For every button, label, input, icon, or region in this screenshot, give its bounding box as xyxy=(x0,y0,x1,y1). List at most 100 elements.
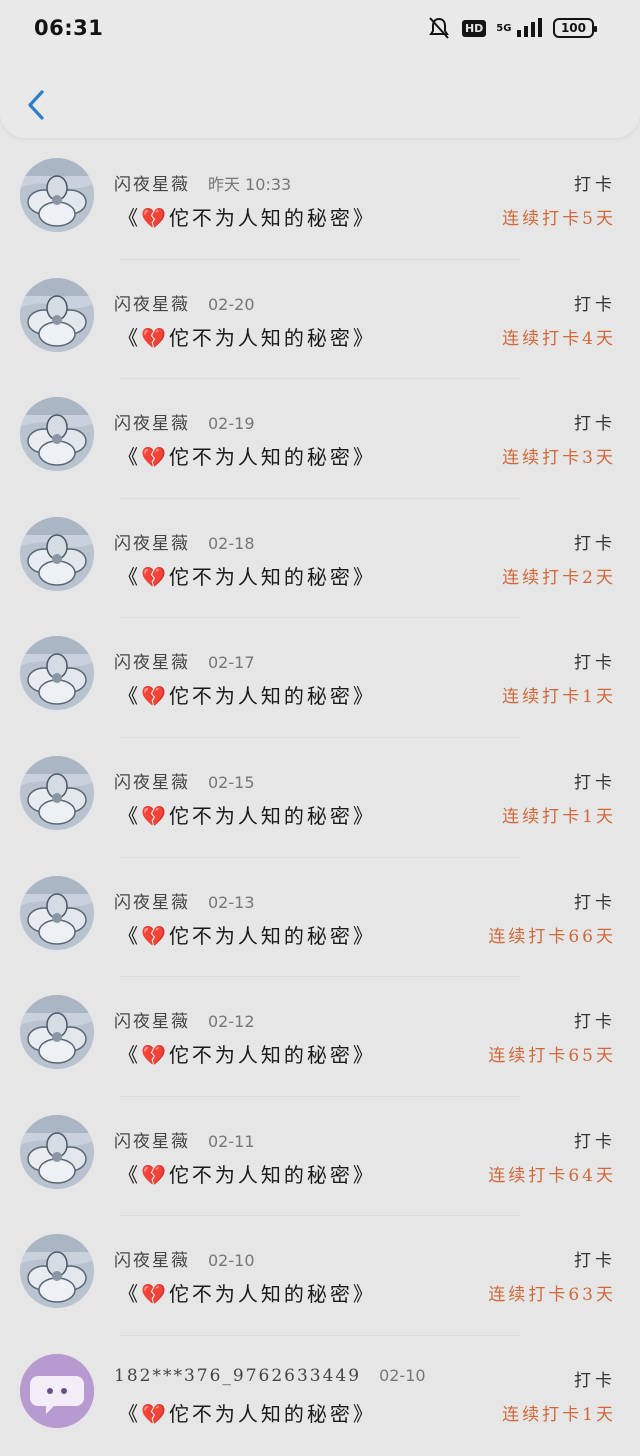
avatar[interactable] xyxy=(20,1114,94,1189)
status-icons: HD 5G 100 xyxy=(426,16,598,40)
chat-bubble-icon xyxy=(20,1353,94,1428)
message-text: 《💔佗不为人知的秘密》 xyxy=(118,684,376,709)
avatar[interactable] xyxy=(20,1353,94,1428)
avatar[interactable] xyxy=(20,397,94,472)
streak-label: 连续打卡64天 xyxy=(488,1165,616,1186)
list-item[interactable]: 闪夜星薇 02-17 《💔佗不为人知的秘密》 打卡 连续打卡1天 xyxy=(0,618,640,738)
list-item[interactable]: 闪夜星薇 02-11 《💔佗不为人知的秘密》 打卡 连续打卡64天 xyxy=(0,1097,640,1217)
status-time: 06:31 xyxy=(34,16,104,40)
checkin-tag: 打卡 xyxy=(574,414,616,435)
user-name-text: 闪夜星薇 xyxy=(114,414,190,435)
flower-image xyxy=(20,1114,94,1189)
message-text: 《💔佗不为人知的秘密》 xyxy=(118,1043,376,1068)
message-text: 《💔佗不为人知的秘密》 xyxy=(118,325,376,350)
flower-image xyxy=(20,636,94,711)
avatar[interactable] xyxy=(20,277,94,352)
flower-image xyxy=(20,995,94,1070)
user-name-text: 闪夜星薇 xyxy=(114,772,190,793)
message-text: 《💔佗不为人知的秘密》 xyxy=(118,923,376,948)
avatar[interactable] xyxy=(20,158,94,232)
checkin-tag: 打卡 xyxy=(574,1370,616,1391)
list-item[interactable]: 闪夜星薇 02-13 《💔佗不为人知的秘密》 打卡 连续打卡66天 xyxy=(0,858,640,978)
list-item[interactable]: 闪夜星薇 02-19 《💔佗不为人知的秘密》 打卡 连续打卡3天 xyxy=(0,379,640,499)
list-item[interactable]: 闪夜星薇 02-12 《💔佗不为人知的秘密》 打卡 连续打卡65天 xyxy=(0,977,640,1097)
flower-image xyxy=(20,516,94,591)
network-label: 5G xyxy=(496,23,512,34)
user-name-text: 182***376_9762633449 xyxy=(114,1365,362,1386)
user-name-text: 闪夜星薇 xyxy=(114,653,190,674)
streak-label: 连续打卡3天 xyxy=(502,448,616,469)
streak-label: 连续打卡1天 xyxy=(502,1404,616,1425)
user-name-text: 闪夜星薇 xyxy=(114,533,190,554)
streak-label: 连续打卡63天 xyxy=(488,1285,616,1306)
user-name: 闪夜星薇 02-19 xyxy=(114,409,255,434)
checkin-tag: 打卡 xyxy=(574,294,616,315)
streak-label: 连续打卡66天 xyxy=(488,926,616,947)
user-name-text: 闪夜星薇 xyxy=(114,294,190,315)
post-date: 02-11 xyxy=(208,1131,255,1151)
message-text: 《💔佗不为人知的秘密》 xyxy=(118,1282,376,1307)
user-name: 闪夜星薇 02-13 xyxy=(114,888,255,913)
flower-image xyxy=(20,277,94,352)
list-item[interactable]: 闪夜星薇 02-10 《💔佗不为人知的秘密》 打卡 连续打卡63天 xyxy=(0,1216,640,1336)
avatar[interactable] xyxy=(20,516,94,591)
battery-icon: 100 xyxy=(552,18,598,38)
avatar[interactable] xyxy=(20,1234,94,1309)
chevron-left-icon[interactable] xyxy=(22,88,52,122)
user-name: 闪夜星薇 02-15 xyxy=(114,768,255,793)
message-text: 《💔佗不为人知的秘密》 xyxy=(118,803,376,828)
list-item[interactable]: 闪夜星薇 02-20 《💔佗不为人知的秘密》 打卡 连续打卡4天 xyxy=(0,260,640,380)
post-date: 昨天 10:33 xyxy=(208,175,292,194)
avatar[interactable] xyxy=(20,636,94,711)
checkin-tag: 打卡 xyxy=(574,653,616,674)
user-name-text: 闪夜星薇 xyxy=(114,1131,190,1152)
user-name-text: 闪夜星薇 xyxy=(114,1012,190,1033)
message-text: 《💔佗不为人知的秘密》 xyxy=(118,564,376,589)
list-item[interactable]: 闪夜星薇 02-18 《💔佗不为人知的秘密》 打卡 连续打卡2天 xyxy=(0,499,640,619)
flower-image xyxy=(20,755,94,830)
checkin-tag: 打卡 xyxy=(574,772,616,793)
streak-label: 连续打卡2天 xyxy=(502,567,616,588)
post-date: 02-20 xyxy=(208,294,255,314)
post-date: 02-15 xyxy=(208,772,255,792)
user-name: 闪夜星薇 02-12 xyxy=(114,1007,255,1032)
streak-label: 连续打卡4天 xyxy=(502,328,616,349)
flower-image xyxy=(20,875,94,950)
user-name-text: 闪夜星薇 xyxy=(114,892,190,913)
mute-bell-icon xyxy=(429,17,449,39)
signal-icon: 5G xyxy=(496,18,543,38)
checkin-list: 闪夜星薇 昨天 10:33 《💔佗不为人知的秘密》 打卡 连续打卡5天 闪夜星薇 0… xyxy=(0,140,640,1456)
post-date: 02-13 xyxy=(208,892,255,912)
streak-label: 连续打卡65天 xyxy=(488,1046,616,1067)
list-item[interactable]: 182***376_9762633449 02-10 《💔佗不为人知的秘密》 打卡… xyxy=(0,1336,640,1456)
user-name: 闪夜星薇 02-20 xyxy=(114,290,255,315)
streak-label: 连续打卡5天 xyxy=(502,209,616,229)
checkin-tag: 打卡 xyxy=(574,892,616,913)
user-name-text: 闪夜星薇 xyxy=(114,1251,190,1272)
user-name: 182***376_9762633449 02-10 xyxy=(114,1366,426,1386)
avatar[interactable] xyxy=(20,995,94,1070)
user-name: 闪夜星薇 02-18 xyxy=(114,529,255,554)
message-text: 《💔佗不为人知的秘密》 xyxy=(118,206,376,230)
user-name: 闪夜星薇 02-11 xyxy=(114,1127,255,1152)
top-header: 06:31 HD 5G 100 xyxy=(0,0,640,138)
checkin-tag: 打卡 xyxy=(574,1012,616,1033)
streak-label: 连续打卡1天 xyxy=(502,806,616,827)
post-date: 02-12 xyxy=(208,1012,255,1032)
user-name: 闪夜星薇 02-10 xyxy=(114,1246,255,1271)
flower-image xyxy=(20,1234,94,1309)
checkin-tag: 打卡 xyxy=(574,175,616,195)
avatar[interactable] xyxy=(20,875,94,950)
status-bar: 06:31 HD 5G 100 xyxy=(0,0,640,56)
list-item[interactable]: 闪夜星薇 02-15 《💔佗不为人知的秘密》 打卡 连续打卡1天 xyxy=(0,738,640,858)
streak-label: 连续打卡1天 xyxy=(502,687,616,708)
hd-icon: HD xyxy=(461,19,487,37)
post-date: 02-19 xyxy=(208,414,255,434)
post-date: 02-10 xyxy=(208,1251,255,1271)
message-text: 《💔佗不为人知的秘密》 xyxy=(118,1162,376,1187)
post-date: 02-10 xyxy=(379,1365,426,1385)
flower-image xyxy=(20,158,94,232)
message-text: 《💔佗不为人知的秘密》 xyxy=(118,1401,376,1426)
avatar[interactable] xyxy=(20,755,94,830)
list-item[interactable]: 闪夜星薇 昨天 10:33 《💔佗不为人知的秘密》 打卡 连续打卡5天 xyxy=(0,140,640,260)
